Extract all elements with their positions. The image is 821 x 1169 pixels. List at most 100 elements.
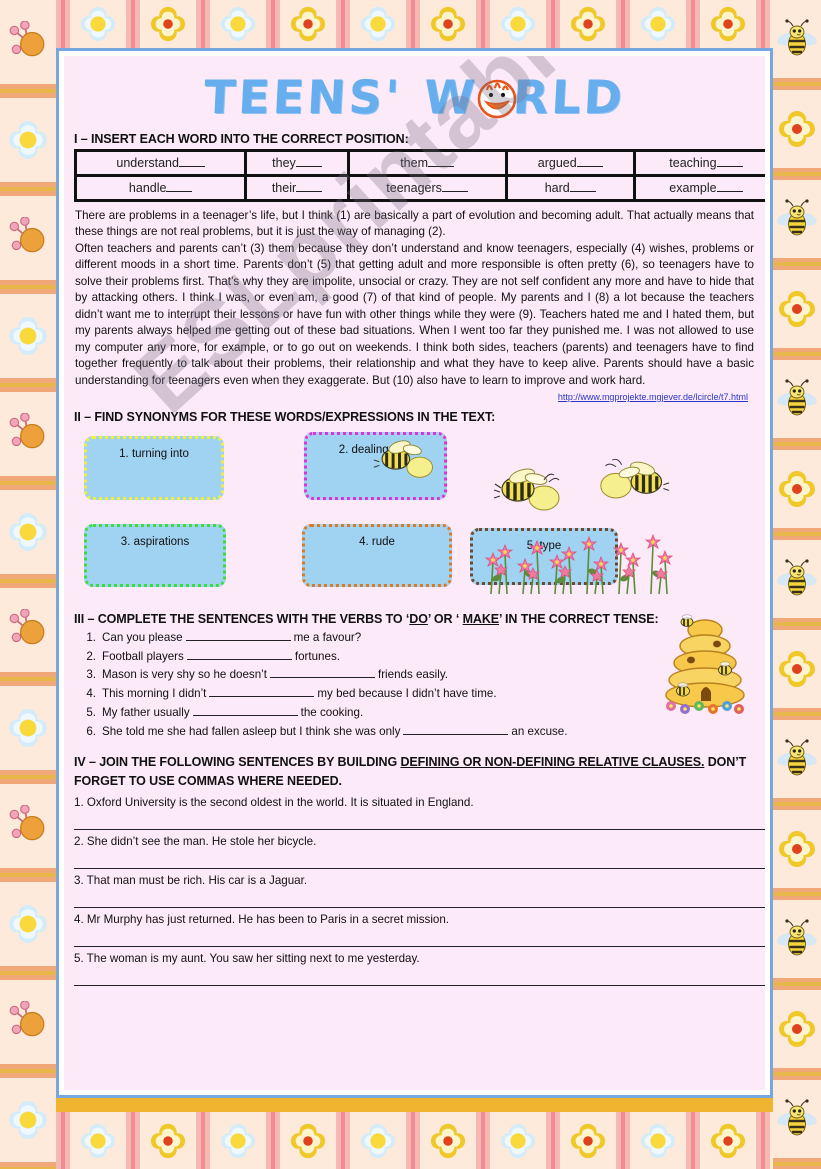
border-tile-divider [773, 78, 821, 90]
blank-line[interactable] [209, 696, 315, 698]
border-tile-divider [266, 0, 280, 48]
blue-flower-icon [219, 1122, 257, 1160]
synonym-box-3[interactable]: 3. aspirations [84, 523, 226, 587]
list-item: 3. Mason is very shy so he doesn’t friends… [78, 666, 757, 685]
wordbank-cell[interactable]: their [244, 174, 350, 202]
bee-icon [777, 739, 817, 779]
border-tile-divider [126, 1112, 140, 1169]
blank-line[interactable] [269, 677, 375, 679]
bee-icon [777, 199, 817, 239]
item-number: 4. [86, 687, 96, 701]
blank-line[interactable] [295, 166, 322, 167]
border-tile-blue-flower [210, 1112, 266, 1169]
border-tile-divider [196, 0, 210, 48]
border-tile-yellow-flower [773, 630, 821, 708]
blue-flower-icon [79, 1122, 117, 1160]
blank-line[interactable] [192, 714, 298, 716]
border-tile-pollen [0, 196, 56, 280]
yellow-flower-icon [569, 5, 607, 43]
yellow-flower-icon [777, 289, 817, 329]
wordbank-cell[interactable]: argued [504, 149, 636, 177]
answer-line[interactable] [74, 851, 765, 869]
yellow-flower-icon [777, 109, 817, 149]
join-sentence: 3. That man must be rich. His car is a J… [74, 873, 308, 887]
answer-line[interactable] [74, 812, 765, 830]
border-tile-blue-flower [0, 882, 56, 966]
yellow-flower-icon [709, 5, 747, 43]
border-tile-bee [773, 0, 821, 78]
blank-line[interactable] [166, 191, 193, 192]
blank-line[interactable] [178, 166, 205, 167]
item-number: 2. [86, 649, 96, 663]
border-tile-divider [546, 1112, 560, 1169]
yellow-flower-icon [777, 649, 817, 689]
reading-passage: There are problems in a teenager’s life,… [75, 208, 754, 404]
blank-line[interactable] [716, 191, 743, 192]
border-tile-bee [773, 720, 821, 798]
yellow-flower-icon [777, 829, 817, 869]
table-row: understand they them argued teaching [73, 149, 765, 177]
beehive-icon [659, 608, 751, 723]
wordbank-cell[interactable]: understand [73, 149, 248, 177]
join-item: 5. The woman is my aunt. You saw her sit… [72, 951, 765, 986]
border-tile-divider [773, 438, 821, 450]
join-item: 4. Mr Murphy has just returned. He has b… [72, 912, 765, 947]
border-tile-bee [773, 360, 821, 438]
border-tile-yellow-flower [280, 1112, 336, 1169]
blank-line[interactable] [428, 166, 454, 167]
synonym-box-1[interactable]: 1. turning into [84, 435, 224, 500]
synonym-box-4[interactable]: 4. rude [302, 523, 452, 587]
border-tile-blue-flower [0, 98, 56, 182]
border-tile-bee [773, 1080, 821, 1158]
blank-line[interactable] [576, 166, 603, 167]
pollen-icon [7, 609, 49, 651]
pollen-icon [7, 21, 49, 63]
answer-line[interactable] [74, 968, 765, 986]
list-item: 2. Football players fortunes. [78, 648, 757, 667]
join-sentence: 5. The woman is my aunt. You saw her sit… [74, 951, 420, 965]
join-sentence: 4. Mr Murphy has just returned. He has b… [74, 912, 450, 926]
wordbank-cell[interactable]: handle [73, 174, 248, 202]
blank-line[interactable] [569, 191, 596, 192]
border-tile-divider [0, 84, 56, 98]
wordbank-cell[interactable]: teaching [632, 149, 765, 177]
yellow-flower-icon [429, 1122, 467, 1160]
border-top [0, 0, 821, 48]
blue-flower-icon [359, 1122, 397, 1160]
source-url-link[interactable]: http://www.mgprojekte.mgjever.de/lcircle… [75, 391, 748, 404]
answer-line[interactable] [74, 929, 765, 947]
join-item: 3. That man must be rich. His car is a J… [72, 873, 765, 908]
border-tile-divider [56, 0, 70, 48]
border-tile-divider [773, 798, 821, 810]
blank-line[interactable] [403, 733, 509, 735]
wordbank-cell[interactable]: they [244, 149, 350, 177]
border-tile-yellow-flower [773, 810, 821, 888]
border-tile-divider [616, 1112, 630, 1169]
yellow-flower-icon [289, 1122, 327, 1160]
wordbank-cell[interactable]: teenagers [346, 174, 508, 202]
border-tile-divider [0, 476, 56, 490]
border-tile-divider [773, 618, 821, 630]
blank-line[interactable] [296, 191, 323, 192]
answer-line[interactable] [74, 890, 765, 908]
border-tile-yellow-flower [773, 90, 821, 168]
title-teens: TEENS' [202, 70, 404, 124]
pollen-icon [7, 1001, 49, 1043]
blank-line[interactable] [185, 639, 291, 641]
blank-line[interactable] [186, 658, 292, 660]
wordbank-cell[interactable]: them [346, 149, 508, 177]
wordbank-cell[interactable]: hard [504, 174, 636, 202]
blue-flower-icon [7, 315, 49, 357]
item-text-after: me a favour? [293, 630, 362, 644]
section4: IV – JOIN THE FOLLOWING SENTENCES BY BUI… [72, 753, 765, 986]
wordbank-cell[interactable]: example [632, 174, 765, 202]
border-tile-divider [0, 868, 56, 882]
blank-line[interactable] [716, 166, 743, 167]
blank-line[interactable] [441, 191, 468, 192]
border-tile-blue-flower [210, 0, 266, 48]
border-tile-blue-flower [490, 0, 546, 48]
yellow-flower-icon [289, 5, 327, 43]
blue-flower-icon [7, 707, 49, 749]
list-item: 6. She told me she had fallen asleep but … [78, 723, 757, 742]
bee-icon [777, 379, 817, 419]
